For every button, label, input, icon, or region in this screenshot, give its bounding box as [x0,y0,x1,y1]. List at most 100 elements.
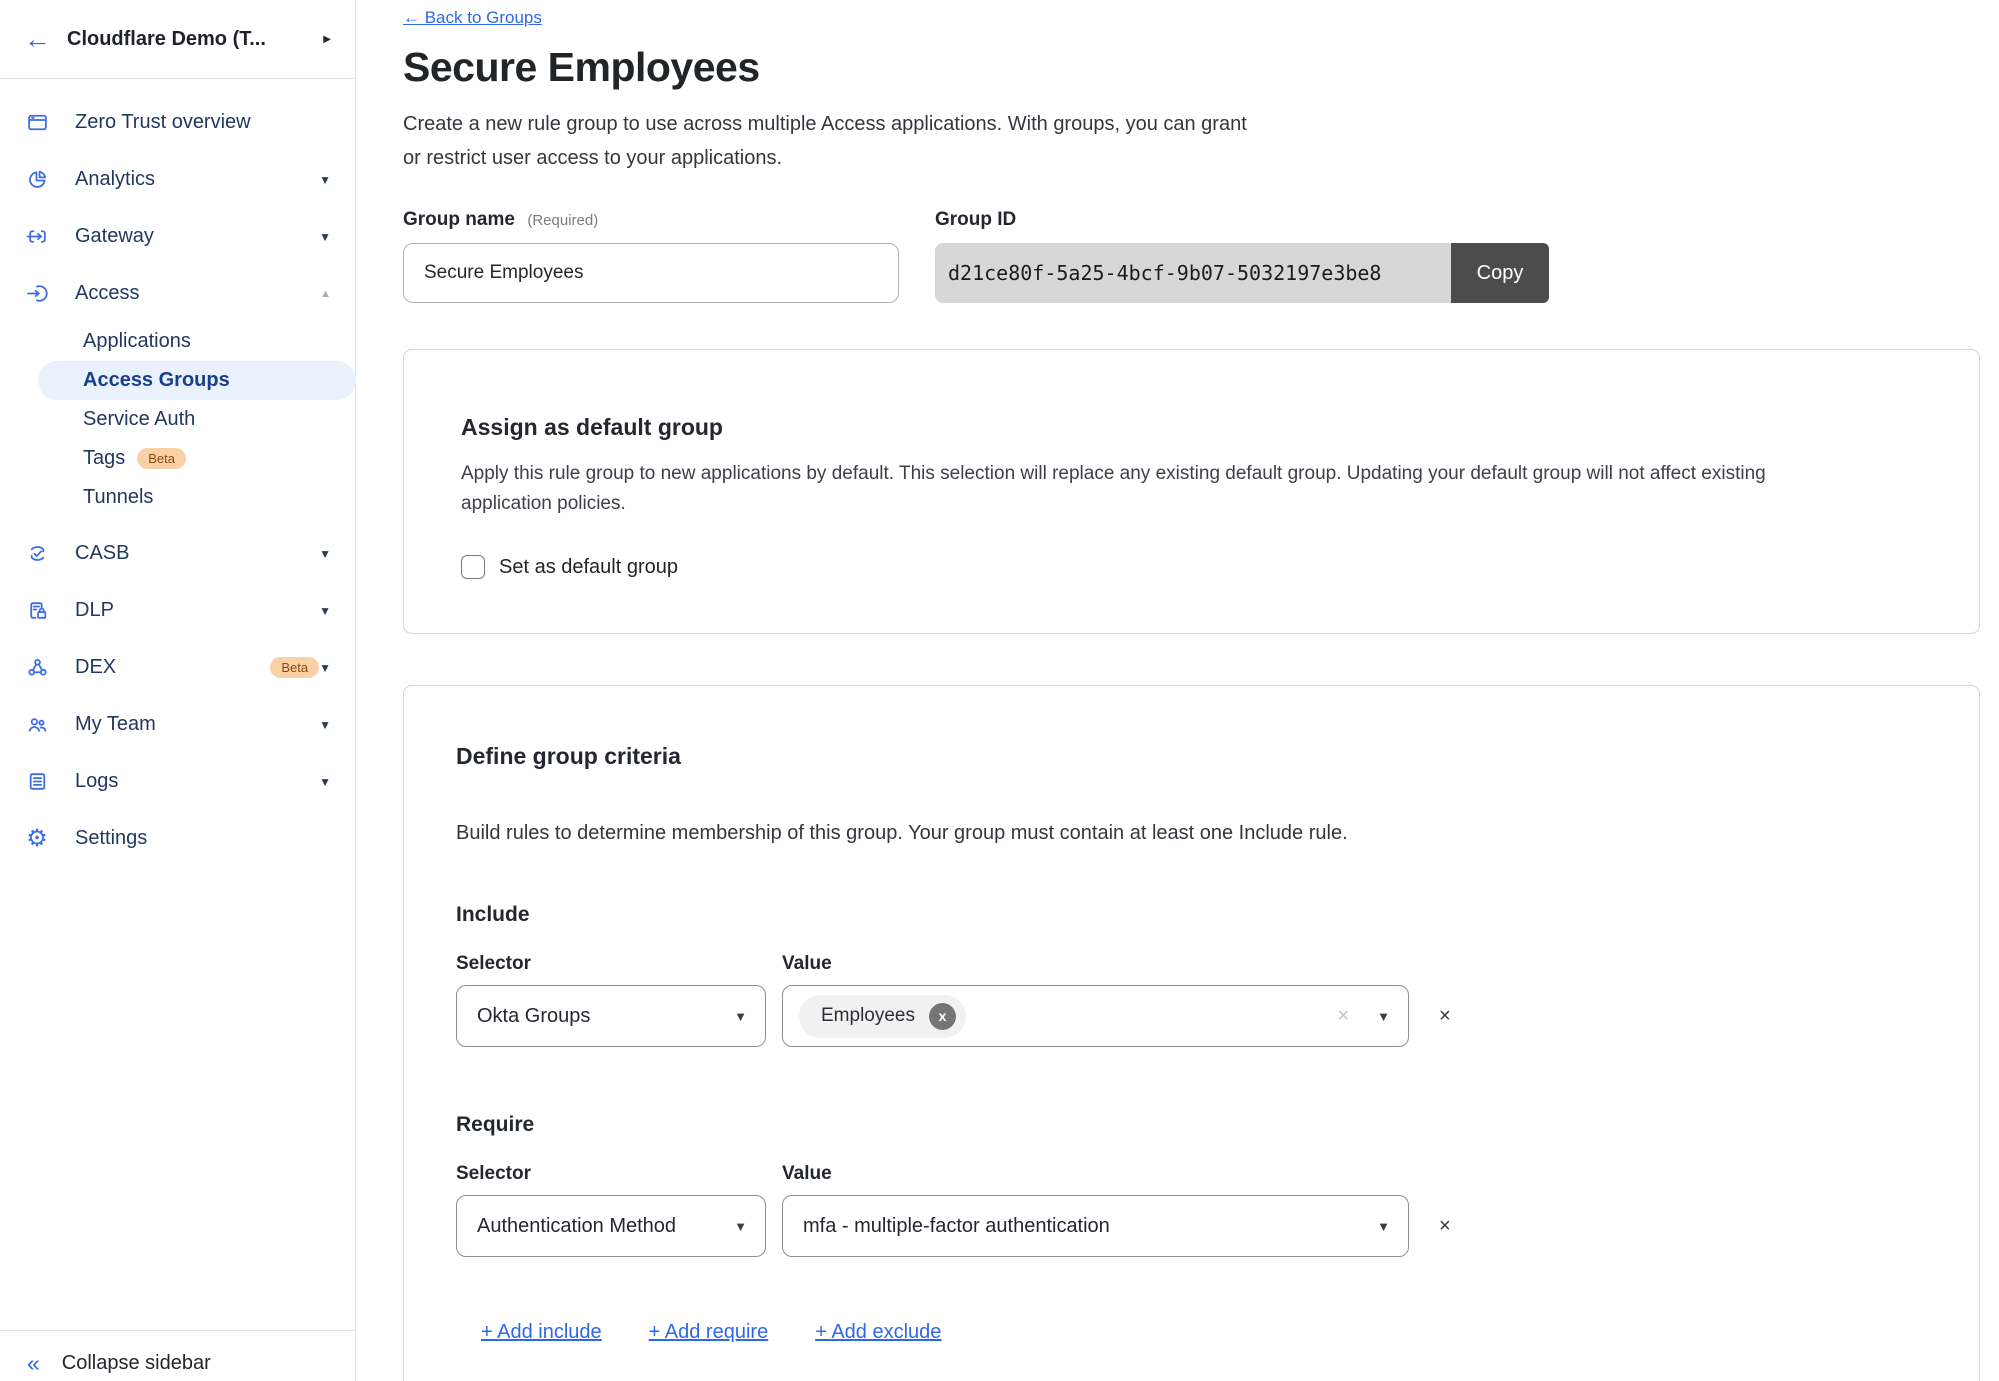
sidebar-item-tags[interactable]: Tags Beta [38,439,356,478]
include-value-label: Value [782,953,832,975]
clear-values-icon[interactable]: × [1337,1005,1349,1028]
zero-trust-dashboard: ← Cloudflare Demo (T... ▶ Zero Trust ove… [0,0,1999,1381]
document-lock-icon [25,599,49,622]
page-description-line2: or restrict user access to your applicat… [403,141,1999,175]
main-content: ← Back to Groups Secure Employees Create… [356,0,1999,1381]
sidebar: ← Cloudflare Demo (T... ▶ Zero Trust ove… [0,0,356,1381]
default-group-title: Assign as default group [461,414,1923,441]
sidebar-item-my-team[interactable]: My Team ▼ [0,696,355,753]
default-group-description-line2: application policies. [461,489,1923,519]
sidebar-item-analytics[interactable]: Analytics ▼ [0,151,355,208]
sidebar-item-label: Access [75,282,320,305]
sidebar-item-label: Logs [75,770,319,793]
include-rule-row: Okta Groups ▼ Employees x × ▼ × [456,985,1927,1047]
require-heading: Require [456,1113,1927,1137]
group-id-label: Group ID [935,209,1016,230]
page-description-line1: Create a new rule group to use across mu… [403,107,1999,141]
require-value-label: Value [782,1163,832,1185]
chevron-down-icon: ▼ [734,1009,747,1024]
sidebar-item-tunnels[interactable]: Tunnels [38,478,356,517]
criteria-card: Define group criteria Build rules to det… [403,685,1980,1381]
sidebar-item-label: DEX [75,656,258,679]
log-list-icon [25,770,49,793]
sidebar-item-dex[interactable]: DEX Beta ▼ [0,639,355,696]
account-name[interactable]: Cloudflare Demo (T... [67,28,317,51]
sidebar-nav: Zero Trust overview Analytics ▼ Gateway … [0,79,355,867]
back-arrow-icon[interactable]: ← [24,26,51,53]
include-selector-value: Okta Groups [477,1005,722,1028]
group-identity-row: Group name (Required) Group ID d21ce80f-… [403,209,1999,303]
chevron-right-icon[interactable]: ▶ [323,34,331,45]
add-exclude-link[interactable]: + Add exclude [815,1321,941,1344]
required-hint: (Required) [527,212,598,229]
default-group-card: Assign as default group Apply this rule … [403,349,1980,634]
sidebar-item-label: My Team [75,713,319,736]
beta-badge: Beta [137,448,186,469]
sidebar-item-label: Gateway [75,225,319,248]
chevron-up-icon[interactable]: ▲ [320,288,331,300]
sidebar-item-label: DLP [75,599,319,622]
pie-chart-icon [25,168,49,191]
require-selector-value: Authentication Method [477,1215,722,1238]
chevron-down-icon[interactable]: ▼ [319,718,331,732]
remove-include-rule-icon[interactable]: × [1439,1005,1451,1028]
collapse-sidebar-button[interactable]: « Collapse sidebar [0,1330,356,1381]
sidebar-item-label: CASB [75,542,319,565]
group-name-input[interactable] [403,243,899,303]
rule-actions: + Add include + Add require + Add exclud… [481,1321,1927,1344]
sidebar-item-service-auth[interactable]: Service Auth [38,400,356,439]
require-value: mfa - multiple-factor authentication [803,1215,1365,1238]
criteria-title: Define group criteria [456,743,1927,770]
remove-require-rule-icon[interactable]: × [1439,1215,1451,1238]
sidebar-item-applications[interactable]: Applications [38,322,356,361]
value-tag: Employees x [799,995,966,1038]
include-value-multiselect[interactable]: Employees x × ▼ [782,985,1409,1047]
gear-icon: ⚙ [25,827,49,851]
sidebar-item-label: Applications [83,330,191,353]
gateway-icon [25,225,49,248]
default-group-description: Apply this rule group to new application… [461,459,1923,519]
require-value-dropdown[interactable]: mfa - multiple-factor authentication ▼ [782,1195,1409,1257]
sidebar-item-logs[interactable]: Logs ▼ [0,753,355,810]
chevron-down-icon[interactable]: ▼ [319,775,331,789]
people-icon [25,713,49,736]
default-group-description-line1: Apply this rule group to new application… [461,459,1923,489]
chevron-down-icon[interactable]: ▼ [319,604,331,618]
require-rule-row: Authentication Method ▼ mfa - multiple-f… [456,1195,1927,1257]
set-default-group-checkbox[interactable] [461,555,485,579]
back-to-groups-link[interactable]: ← Back to Groups [403,8,542,28]
chevron-down-icon[interactable]: ▼ [319,230,331,244]
include-selector-dropdown[interactable]: Okta Groups ▼ [456,985,766,1047]
chevron-down-icon[interactable]: ▼ [319,173,331,187]
include-heading: Include [456,903,1927,927]
sidebar-item-label: Service Auth [83,408,195,431]
set-default-group-label: Set as default group [499,556,678,579]
sidebar-item-casb[interactable]: CASB ▼ [0,525,355,582]
criteria-description: Build rules to determine membership of t… [456,822,1927,845]
require-selector-dropdown[interactable]: Authentication Method ▼ [456,1195,766,1257]
sidebar-item-label: Settings [75,827,331,850]
sidebar-item-settings[interactable]: ⚙ Settings [0,810,355,867]
network-nodes-icon [25,656,49,679]
sidebar-item-dlp[interactable]: DLP ▼ [0,582,355,639]
sidebar-item-gateway[interactable]: Gateway ▼ [0,208,355,265]
add-include-link[interactable]: + Add include [481,1321,602,1344]
page-title: Secure Employees [403,44,1999,91]
login-arrow-icon [25,282,49,305]
remove-tag-icon[interactable]: x [929,1003,956,1030]
collapse-icon: « [27,1352,40,1375]
value-tag-label: Employees [821,1005,915,1027]
set-default-group-row: Set as default group [461,555,1923,579]
sidebar-item-access[interactable]: Access ▲ [0,265,355,322]
chevron-down-icon: ▼ [1377,1219,1390,1234]
add-require-link[interactable]: + Add require [649,1321,769,1344]
page-description: Create a new rule group to use across mu… [403,107,1999,175]
window-icon [25,111,49,134]
sidebar-item-access-groups[interactable]: Access Groups [38,361,356,400]
copy-button[interactable]: Copy [1451,243,1549,303]
chevron-down-icon[interactable]: ▼ [319,661,331,675]
group-id-field: Group ID d21ce80f-5a25-4bcf-9b07-5032197… [935,209,1549,303]
chevron-down-icon[interactable]: ▼ [319,547,331,561]
sidebar-item-label: Tunnels [83,486,153,509]
sidebar-item-zero-trust-overview[interactable]: Zero Trust overview [0,94,355,151]
